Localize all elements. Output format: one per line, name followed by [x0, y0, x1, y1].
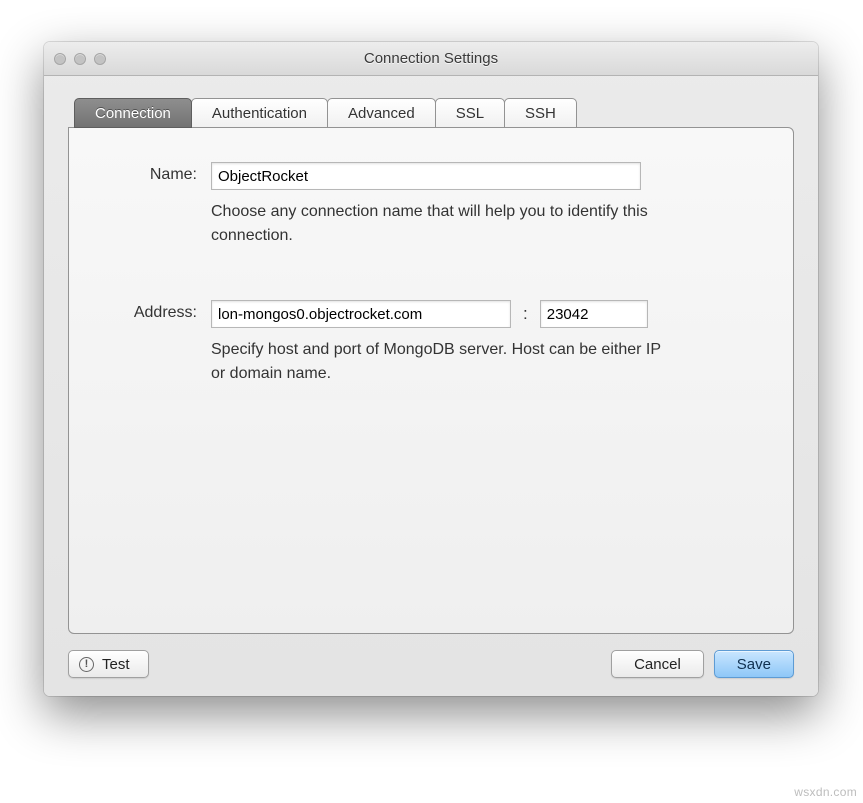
- help-name: Choose any connection name that will hel…: [211, 200, 671, 248]
- address-inputs: :: [211, 300, 761, 328]
- help-address: Specify host and port of MongoDB server.…: [211, 338, 671, 386]
- name-input[interactable]: [211, 162, 641, 190]
- content-area: Connection Authentication Advanced SSL S…: [44, 76, 818, 696]
- test-button[interactable]: ! Test: [68, 650, 149, 678]
- host-port-separator: :: [519, 304, 532, 324]
- row-address: Address: : Specify host and port of Mong…: [101, 300, 761, 386]
- dialog-footer: ! Test Cancel Save: [68, 634, 794, 678]
- tab-ssl[interactable]: SSL: [435, 98, 505, 128]
- port-input[interactable]: [540, 300, 648, 328]
- titlebar: Connection Settings: [44, 42, 818, 76]
- label-address: Address:: [101, 300, 211, 322]
- row-name: Name: Choose any connection name that wi…: [101, 162, 761, 248]
- save-button[interactable]: Save: [714, 650, 794, 678]
- tab-ssh[interactable]: SSH: [504, 98, 577, 128]
- host-input[interactable]: [211, 300, 511, 328]
- field-address: : Specify host and port of MongoDB serve…: [211, 300, 761, 386]
- tab-panel-connection: Name: Choose any connection name that wi…: [68, 127, 794, 634]
- field-name: Choose any connection name that will hel…: [211, 162, 761, 248]
- tab-connection[interactable]: Connection: [74, 98, 192, 128]
- label-name: Name:: [101, 162, 211, 184]
- traffic-lights: [54, 53, 106, 65]
- cancel-button[interactable]: Cancel: [611, 650, 704, 678]
- tab-advanced[interactable]: Advanced: [327, 98, 436, 128]
- tab-authentication[interactable]: Authentication: [191, 98, 328, 128]
- info-icon: !: [79, 657, 94, 672]
- connection-settings-window: Connection Settings Connection Authentic…: [44, 42, 818, 696]
- watermark: wsxdn.com: [794, 785, 857, 799]
- minimize-icon[interactable]: [74, 53, 86, 65]
- zoom-icon[interactable]: [94, 53, 106, 65]
- close-icon[interactable]: [54, 53, 66, 65]
- test-button-label: Test: [102, 656, 130, 673]
- tabbar: Connection Authentication Advanced SSL S…: [74, 98, 788, 128]
- window-title: Connection Settings: [44, 50, 818, 67]
